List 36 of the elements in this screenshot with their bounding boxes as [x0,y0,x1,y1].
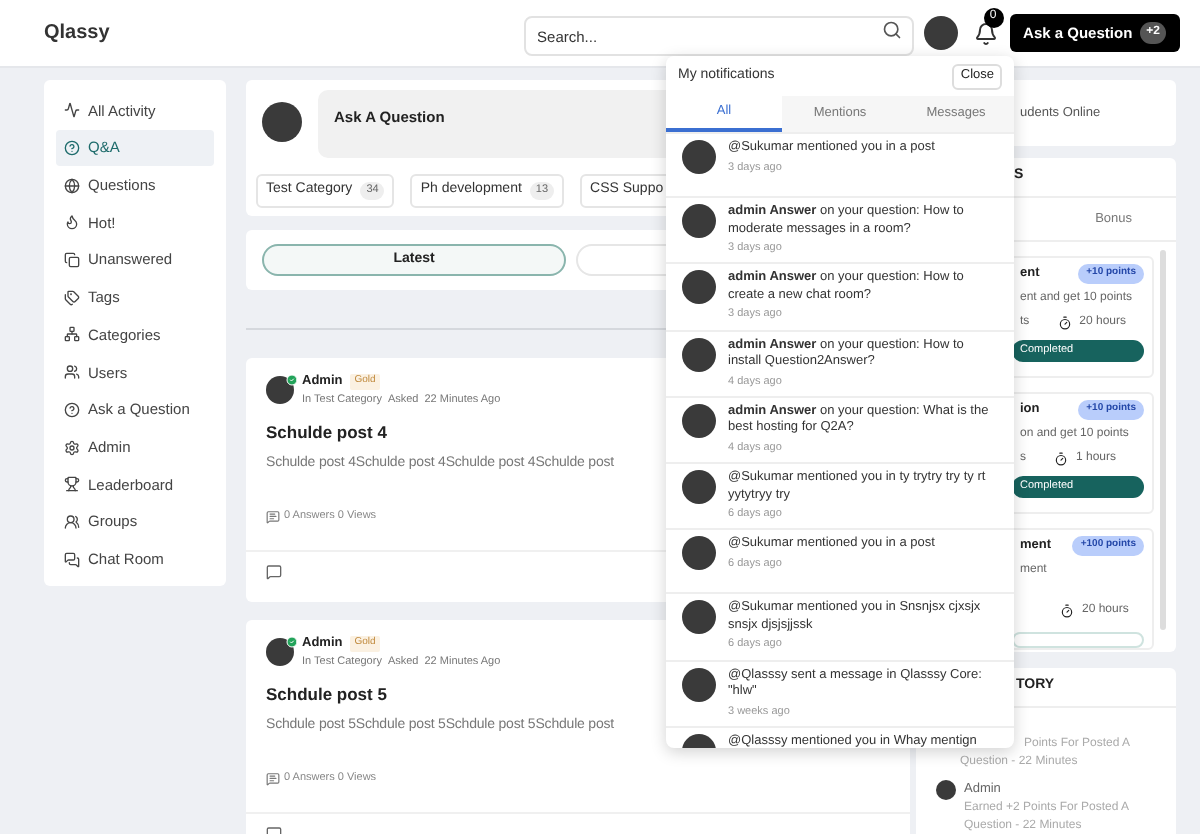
avatar [682,600,716,635]
avatar [682,270,716,305]
tags-icon [64,289,80,306]
help-icon [64,401,80,418]
logo[interactable]: Qlassy [44,18,110,48]
comment-icon[interactable] [266,563,282,579]
globe-icon [64,177,80,194]
settings-icon [64,439,80,456]
avatar [682,337,716,371]
timer-icon [1060,603,1074,618]
group-icon [64,513,80,530]
flame-icon [64,214,80,231]
copy-icon [64,252,80,269]
avatar [682,536,716,571]
trophy-icon [64,476,80,493]
comments-icon [266,771,280,786]
avatar [262,102,302,142]
comments-icon [266,509,280,524]
avatar [682,140,716,174]
timer-icon [1054,451,1068,466]
avatar [682,667,716,701]
avatar [266,376,294,404]
avatar [266,638,294,666]
avatar [682,403,716,438]
avatar [682,470,716,504]
avatar [923,16,958,50]
search-icon[interactable] [881,19,902,39]
timer-icon [1057,315,1072,330]
question-circle-icon [64,140,80,157]
hierarchy-icon [64,326,80,343]
users-icon [64,364,80,381]
chat-icon [64,551,80,568]
avatar [682,204,716,238]
activity-icon [64,102,80,119]
notifications-bell-icon[interactable] [973,21,998,45]
avatar [936,780,956,800]
